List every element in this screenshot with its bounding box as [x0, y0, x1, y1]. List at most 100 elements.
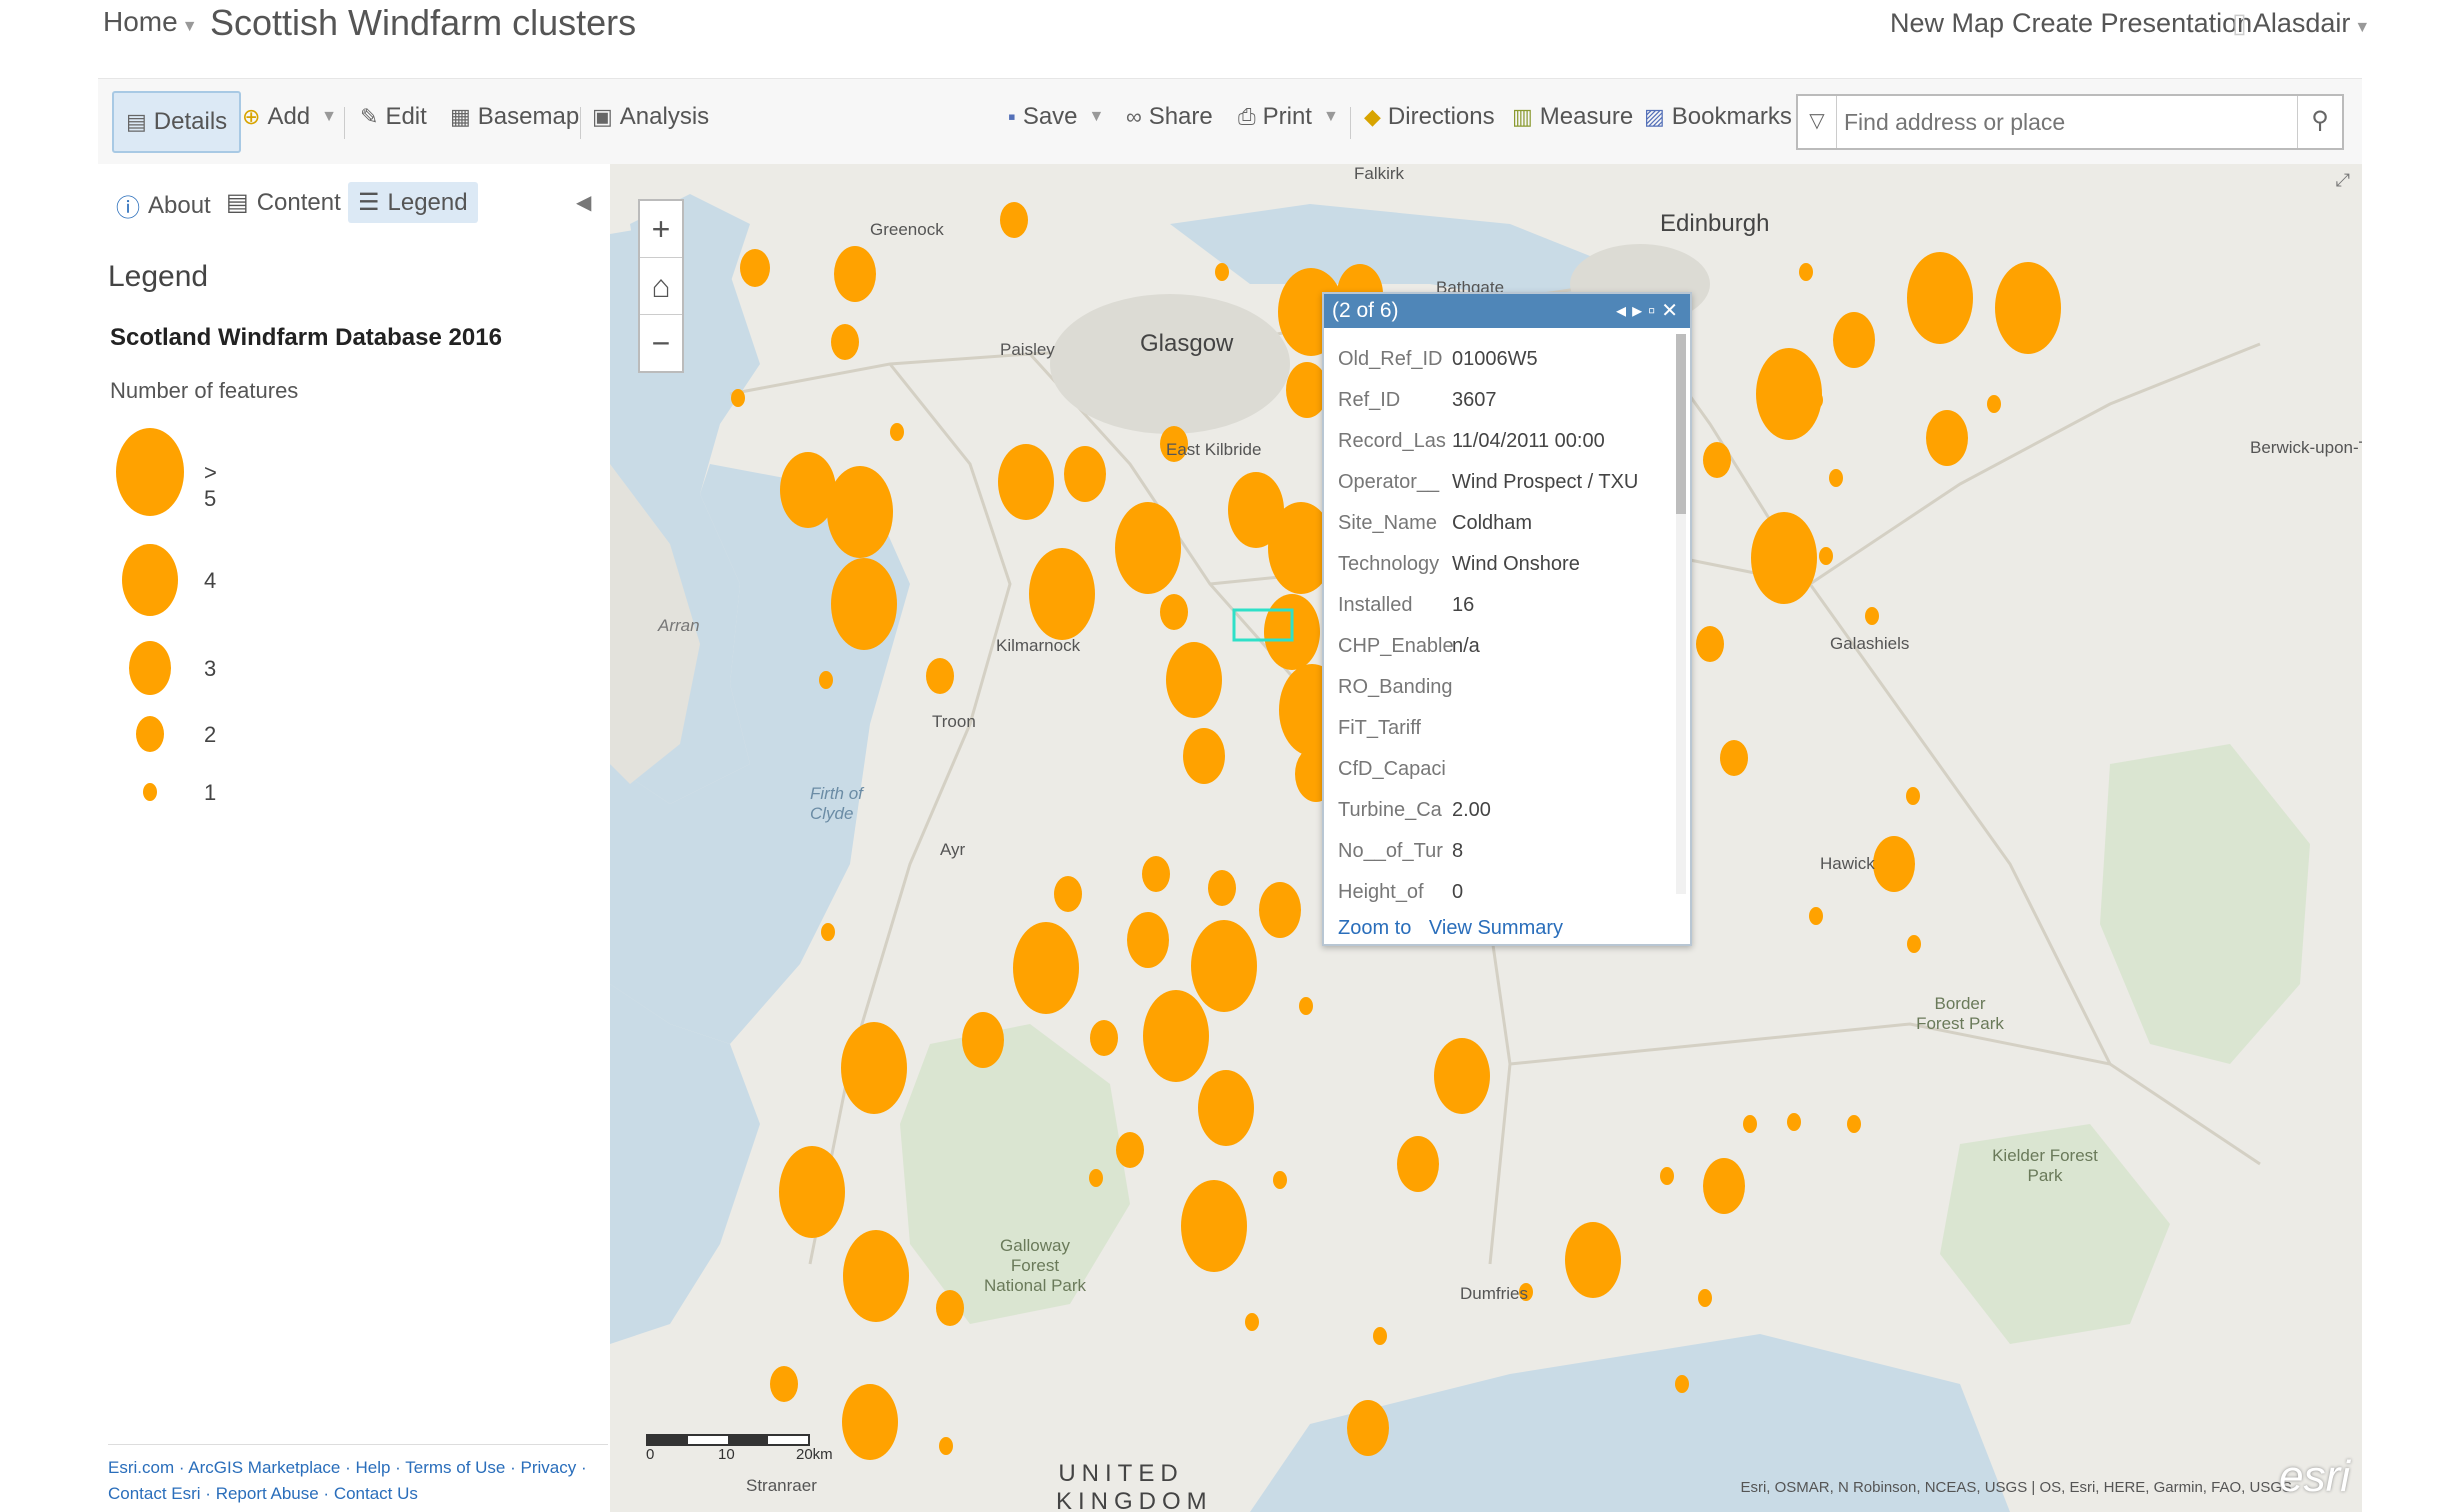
popup-field-value: 01006W5 [1452, 348, 1538, 370]
popup-field-row: Site_Name Coldham [1338, 512, 1532, 535]
popup-field-value: 3607 [1452, 389, 1497, 411]
measure-label: Measure [1539, 103, 1634, 130]
maximize-icon[interactable]: ▫ [1648, 300, 1661, 322]
legend-class: 1 [108, 780, 216, 805]
map-view[interactable]: Greenock Paisley Glasgow East Kilbride K… [610, 164, 2362, 1512]
tab-content[interactable]: ▤ Content [226, 188, 341, 217]
popup-field-name: CHP_Enable [1338, 635, 1454, 657]
legend-class-label: 1 [204, 780, 217, 805]
edit-button[interactable]: ✎ Edit [360, 103, 427, 131]
home-extent-icon[interactable]: ⌂ [640, 258, 682, 315]
place-label: Paisley [1000, 340, 1055, 359]
create-presentation-link[interactable]: Create Presentation [2012, 8, 2252, 39]
popup-field-row: Record_Las 11/04/2011 00:00 [1338, 430, 1605, 453]
scale-label: 20km [796, 1446, 833, 1463]
legend-field-label: Number of features [110, 378, 299, 403]
place-label: Kilmarnock [996, 636, 1081, 655]
esri-logo: esri [2279, 1452, 2350, 1501]
tab-content-label: Content [256, 188, 341, 216]
feature-popup: (2 of 6) ◂▸▫✕ Old_Ref_ID 01006W5 Ref_ID 360… [1322, 292, 1692, 946]
popup-field-name: Installed [1338, 594, 1413, 616]
chevron-down-icon: ▼ [2354, 19, 2371, 36]
legend-heading: Legend [108, 260, 209, 293]
print-button[interactable]: ⎙ Print ▼ [1238, 103, 1339, 131]
add-button[interactable]: ⊕ Add ▼ [242, 103, 337, 131]
search-icon[interactable]: ⚲ [2297, 96, 2342, 148]
footer-links-line1[interactable]: Esri.com · ArcGIS Marketplace · Help · T… [108, 1455, 608, 1481]
map-title: Scottish Windfarm clusters [210, 2, 637, 43]
popup-field-row: FiT_Tariff [1338, 717, 1452, 740]
save-button[interactable]: ▪ Save ▼ [1008, 103, 1104, 131]
previous-icon[interactable]: ◂ [1616, 300, 1632, 322]
chevron-down-icon: ▼ [321, 108, 337, 125]
legend-class: 3 [108, 638, 216, 698]
scale-label: 0 [646, 1446, 655, 1463]
details-label: Details [153, 108, 228, 135]
popup-field-row: RO_Banding [1338, 676, 1453, 699]
legend-symbol [143, 783, 157, 801]
popup-field-row: Height_of 0 [1338, 881, 1463, 904]
view-summary-link[interactable]: View Summary [1429, 917, 1563, 939]
top-navigation: Home ▼ Scottish Windfarm clusters New Map… [0, 0, 2457, 78]
tab-about[interactable]: ⓘ About [116, 188, 211, 223]
popup-field-name: Site_Name [1338, 512, 1437, 534]
zoom-to-link[interactable]: Zoom to [1338, 917, 1411, 939]
share-button[interactable]: ∞ Share [1126, 103, 1213, 131]
next-icon[interactable]: ▸ [1632, 300, 1648, 322]
bookmarks-button[interactable]: ▨ Bookmarks [1644, 103, 1792, 131]
popup-scroll-thumb[interactable] [1676, 334, 1686, 514]
measure-icon: ▥ [1512, 104, 1533, 129]
popup-header: (2 of 6) ◂▸▫✕ [1324, 294, 1690, 328]
popup-field-row: Operator__ Wind Prospect / TXU [1338, 471, 1638, 494]
search-input[interactable] [1842, 104, 2286, 140]
scale-label: 10 [718, 1446, 735, 1463]
footer-links: Esri.com · ArcGIS Marketplace · Help · T… [108, 1444, 608, 1507]
directions-icon: ◆ [1364, 104, 1381, 129]
place-label: Firth of Clyde [810, 784, 863, 823]
popup-field-name: Turbine_Ca [1338, 799, 1442, 821]
tab-legend-label: Legend [387, 188, 468, 216]
footer-links-line2[interactable]: Contact Esri · Report Abuse · Contact Us [108, 1481, 608, 1507]
analysis-button[interactable]: ▣ Analysis [592, 103, 709, 131]
add-label: Add [267, 103, 311, 130]
popup-field-row: CHP_Enablen/a [1338, 635, 1480, 658]
legend-class: 2 [108, 714, 216, 754]
chevron-down-icon: ▼ [1088, 108, 1105, 125]
zoom-in-button[interactable]: + [640, 201, 682, 258]
analysis-label: Analysis [619, 103, 710, 130]
zoom-out-button[interactable]: − [640, 315, 682, 371]
sidebar: ⓘ About ▤ Content ☰ Legend ◀ Legend Scotlan… [98, 164, 611, 1512]
user-avatar-icon: ▯ [2232, 8, 2247, 38]
info-icon: ⓘ [116, 195, 140, 222]
search-box: ▽ ⚲ [1796, 94, 2344, 150]
basemap-icon: ▦ [450, 104, 471, 129]
chevron-down-icon: ▼ [1322, 108, 1339, 125]
legend-class-label: 4 [204, 568, 217, 593]
popup-field-row: CfD_Capaci [1338, 758, 1452, 781]
details-button[interactable]: ▤ Details [112, 91, 242, 153]
close-icon[interactable]: ✕ [1661, 300, 1684, 322]
scale-bar: 0 10 20km [646, 1434, 846, 1466]
chevron-down-icon: ▼ [181, 18, 198, 35]
legend-symbol [129, 641, 171, 695]
legend-symbol [136, 716, 164, 752]
popup-field-value: Wind Onshore [1452, 553, 1580, 575]
user-menu[interactable]: ▯ Alasdair ▼ [2232, 8, 2370, 39]
popup-field-value: 8 [1452, 840, 1464, 862]
measure-button[interactable]: ▥ Measure [1512, 103, 1633, 131]
basemap-button[interactable]: ▦ Basemap [450, 103, 579, 131]
directions-button[interactable]: ◆ Directions [1364, 103, 1495, 131]
place-label: Glasgow [1140, 330, 1234, 357]
collapse-panel-icon[interactable]: ◀ [576, 190, 591, 215]
tab-legend[interactable]: ☰ Legend [348, 182, 478, 223]
place-label: Galashiels [1830, 634, 1910, 653]
place-label: Edinburgh [1660, 210, 1770, 237]
place-label: Berwick-upon-Tw [2250, 438, 2362, 457]
popup-field-name: CfD_Capaci [1338, 758, 1446, 780]
expand-icon[interactable]: ⤢ [2336, 170, 2350, 191]
home-menu[interactable]: Home ▼ [103, 6, 198, 38]
new-map-link[interactable]: New Map [1890, 8, 2004, 39]
search-source-dropdown[interactable]: ▽ [1798, 96, 1837, 148]
map-attribution: Esri, OSMAR, N Robinson, NCEAS, USGS | O… [1740, 1479, 2292, 1496]
zoom-controls: + ⌂ − [638, 199, 684, 373]
